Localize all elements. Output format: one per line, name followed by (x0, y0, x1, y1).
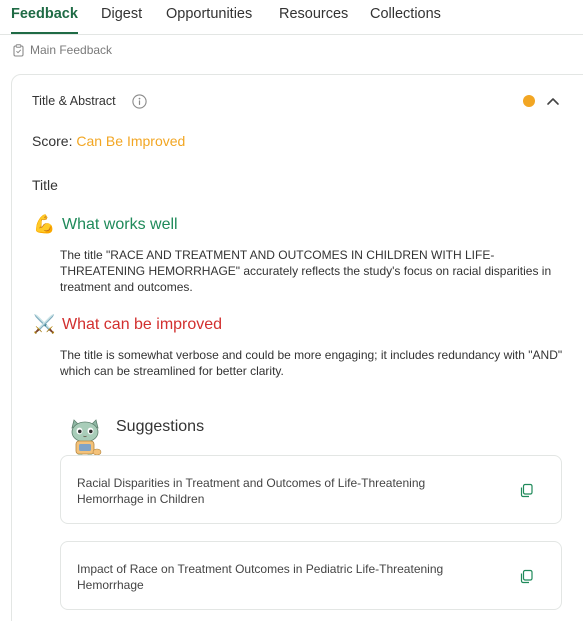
cat-mascot-icon (71, 419, 102, 458)
crossed-swords-icon: ⚔️ (33, 314, 56, 334)
works-well-heading: What works well (62, 216, 178, 233)
improve-heading: What can be improved (62, 316, 223, 333)
suggestion-card: Impact of Race on Treatment Outcomes in … (60, 541, 562, 610)
chevron-up-icon[interactable] (546, 95, 560, 107)
tab-resources[interactable]: Resources (279, 6, 348, 34)
copy-icon[interactable] (519, 483, 534, 498)
breadcrumb[interactable]: Main Feedback (13, 43, 112, 57)
status-dot (523, 95, 535, 107)
tab-digest[interactable]: Digest (101, 6, 142, 34)
score-line: Score: Can Be Improved (32, 133, 185, 149)
copy-icon[interactable] (519, 569, 534, 584)
suggestion-card: Racial Disparities in Treatment and Outc… (60, 455, 562, 524)
section-title: Title & Abstract (32, 94, 116, 108)
score-label: Score: (32, 133, 73, 149)
score-value: Can Be Improved (76, 133, 186, 149)
subsection-heading: Title (32, 177, 58, 193)
clipboard-icon (13, 43, 24, 57)
flexed-biceps-icon: 💪 (33, 214, 56, 234)
suggestions-heading: Suggestions (116, 418, 205, 435)
tab-opportunities[interactable]: Opportunities (166, 6, 252, 34)
improve-text: The title is somewhat verbose and could … (60, 348, 563, 378)
tab-feedback[interactable]: Feedback (11, 6, 78, 34)
suggestion-text: Racial Disparities in Treatment and Outc… (77, 476, 426, 506)
works-well-text: The title "RACE AND TREATMENT AND OUTCOM… (60, 248, 552, 294)
tab-collections[interactable]: Collections (370, 6, 441, 34)
tab-bar: Feedback Digest Opportunities Resources … (0, 0, 583, 35)
suggestion-text: Impact of Race on Treatment Outcomes in … (77, 562, 444, 592)
info-icon[interactable] (132, 94, 147, 109)
breadcrumb-label: Main Feedback (30, 43, 113, 57)
